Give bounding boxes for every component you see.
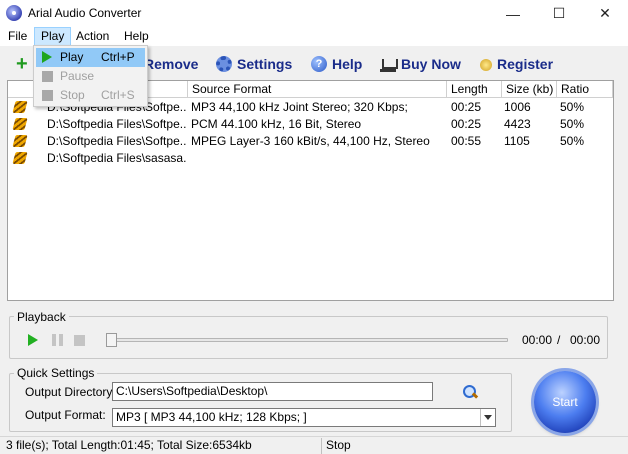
close-button[interactable]: ✕ bbox=[582, 0, 628, 27]
menu-play[interactable]: Play bbox=[34, 27, 72, 46]
cell-file: D:\Softpedia Files\sasasa... bbox=[47, 151, 187, 165]
audio-file-icon bbox=[12, 134, 28, 149]
maximize-button[interactable]: ☐ bbox=[536, 0, 582, 27]
cell-length: 00:25 bbox=[451, 100, 482, 114]
start-button[interactable]: Start bbox=[534, 371, 596, 433]
remove-button[interactable]: Remove bbox=[144, 54, 198, 74]
chevron-down-icon[interactable] bbox=[480, 409, 495, 426]
time-total: 00:00 bbox=[570, 333, 601, 347]
table-row[interactable]: D:\Softpedia Files\sasasa... bbox=[8, 150, 613, 167]
cell-size: 4423 bbox=[504, 117, 531, 131]
output-format-label: Output Format: bbox=[25, 408, 106, 422]
audio-file-icon bbox=[12, 100, 28, 115]
buy-now-label: Buy Now bbox=[401, 56, 461, 72]
gear-icon bbox=[216, 56, 232, 72]
play-icon bbox=[42, 51, 52, 63]
column-length[interactable]: Length bbox=[447, 81, 502, 98]
menu-action[interactable]: Action bbox=[70, 27, 115, 46]
column-ratio[interactable]: Ratio bbox=[557, 81, 613, 98]
app-icon bbox=[6, 5, 22, 21]
status-summary: 3 file(s); Total Length:01:45; Total Siz… bbox=[2, 438, 322, 454]
column-source-format[interactable]: Source Format bbox=[188, 81, 447, 98]
seek-slider-thumb[interactable] bbox=[106, 333, 117, 347]
plus-icon: + bbox=[16, 53, 28, 75]
window-title: Arial Audio Converter bbox=[28, 6, 142, 20]
buy-now-button[interactable]: Buy Now bbox=[380, 54, 461, 74]
cell-length: 00:25 bbox=[451, 117, 482, 131]
menu-item-pause[interactable]: Pause bbox=[36, 67, 145, 86]
playback-label: Playback bbox=[14, 310, 69, 324]
cell-ratio: 50% bbox=[560, 134, 585, 148]
cell-length: 00:55 bbox=[451, 134, 482, 148]
title-bar: Arial Audio Converter — ☐ ✕ bbox=[0, 0, 628, 27]
cell-format bbox=[191, 150, 446, 167]
audio-file-icon bbox=[12, 151, 28, 166]
help-button[interactable]: ? Help bbox=[311, 54, 362, 74]
menu-item-stop[interactable]: Stop Ctrl+S bbox=[36, 86, 145, 105]
cell-file: D:\Softpedia Files\Softpe... bbox=[47, 117, 187, 131]
cell-ratio: 50% bbox=[560, 117, 585, 131]
play-icon[interactable] bbox=[28, 334, 38, 346]
cell-format: MP3 44,100 kHz Joint Stereo; 320 Kbps; bbox=[191, 100, 408, 114]
play-menu-dropdown: Play Ctrl+P Pause Stop Ctrl+S bbox=[33, 45, 148, 107]
menu-item-label: Stop bbox=[60, 88, 85, 102]
pause-icon bbox=[42, 71, 53, 82]
seek-slider-track[interactable] bbox=[107, 338, 508, 342]
quick-settings-label: Quick Settings bbox=[14, 366, 98, 380]
help-label: Help bbox=[332, 56, 363, 72]
menu-bar: File Play Action Help bbox=[0, 27, 628, 46]
pause-icon[interactable] bbox=[52, 334, 63, 346]
minimize-button[interactable]: — bbox=[490, 0, 536, 27]
settings-label: Settings bbox=[237, 56, 293, 72]
menu-item-shortcut: Ctrl+S bbox=[101, 88, 135, 102]
help-icon: ? bbox=[311, 56, 327, 72]
file-list[interactable]: Source Format Length Size (kb) Ratio D:\… bbox=[7, 80, 614, 301]
stop-icon[interactable] bbox=[74, 335, 85, 346]
cell-file: D:\Softpedia Files\Softpe... bbox=[47, 134, 187, 148]
menu-item-shortcut: Ctrl+P bbox=[101, 50, 135, 64]
settings-button[interactable]: Settings bbox=[216, 54, 292, 74]
remove-label: Remove bbox=[144, 56, 199, 72]
browse-folder-icon[interactable] bbox=[462, 384, 478, 400]
status-bar: 3 file(s); Total Length:01:45; Total Siz… bbox=[0, 436, 628, 454]
status-state: Stop bbox=[326, 438, 351, 452]
time-separator: / bbox=[557, 333, 561, 347]
menu-file[interactable]: File bbox=[2, 27, 33, 46]
time-current: 00:00 bbox=[522, 333, 553, 347]
output-format-select[interactable]: MP3 [ MP3 44,100 kHz; 128 Kbps; ] bbox=[112, 408, 496, 427]
table-row[interactable]: D:\Softpedia Files\Softpe... PCM 44.100 … bbox=[8, 116, 613, 133]
column-size[interactable]: Size (kb) bbox=[502, 81, 557, 98]
cart-icon bbox=[380, 56, 398, 72]
table-row[interactable]: D:\Softpedia Files\Softpe... MPEG Layer-… bbox=[8, 133, 613, 150]
output-directory-label: Output Directory bbox=[25, 385, 113, 399]
menu-item-label: Play bbox=[60, 50, 84, 64]
output-directory-input[interactable]: C:\Users\Softpedia\Desktop\ bbox=[112, 382, 433, 401]
audio-file-icon bbox=[12, 117, 28, 132]
cell-format: PCM 44.100 kHz, 16 Bit, Stereo bbox=[191, 117, 362, 131]
register-button[interactable]: Register bbox=[480, 54, 553, 74]
register-label: Register bbox=[497, 56, 554, 72]
output-format-value: MP3 [ MP3 44,100 kHz; 128 Kbps; ] bbox=[116, 410, 307, 424]
menu-help[interactable]: Help bbox=[118, 27, 155, 46]
cell-format: MPEG Layer-3 160 kBit/s, 44,100 Hz, Ster… bbox=[191, 134, 430, 148]
cell-size: 1105 bbox=[504, 134, 530, 148]
key-icon bbox=[480, 59, 492, 71]
menu-item-label: Pause bbox=[60, 69, 95, 83]
menu-item-play[interactable]: Play Ctrl+P bbox=[36, 48, 145, 67]
stop-icon bbox=[42, 90, 53, 101]
cell-size: 1006 bbox=[504, 100, 531, 114]
cell-ratio: 50% bbox=[560, 100, 585, 114]
